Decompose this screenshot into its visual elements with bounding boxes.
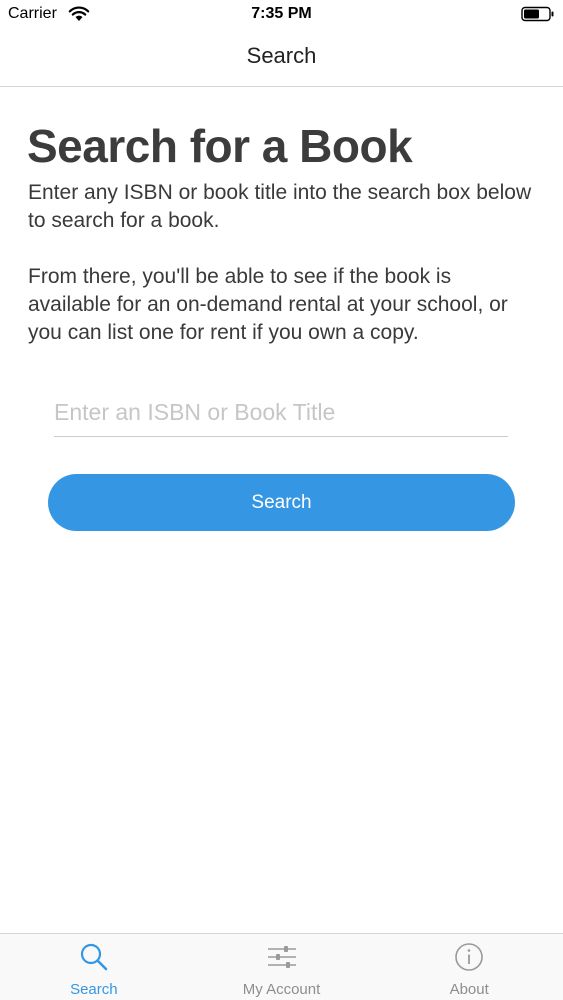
page-heading: Search for a Book: [27, 120, 413, 172]
info-icon: [455, 943, 483, 971]
tab-label-about: About: [449, 981, 489, 998]
nav-title: Search: [246, 43, 317, 68]
isbn-title-search-input[interactable]: [54, 392, 508, 437]
tab-my-account[interactable]: My Account: [188, 934, 376, 1000]
status-bar: Carrier 7:35 PM: [0, 0, 563, 30]
intro-text: Enter any ISBN or book title into the se…: [28, 181, 532, 232]
navigation-bar: Search: [0, 30, 563, 87]
tab-label-search: Search: [70, 981, 118, 998]
search-screen: Carrier 7:35 PM Search Search for a Book…: [0, 0, 563, 1000]
search-icon: [80, 943, 108, 971]
tab-bar: Search My Account About: [0, 933, 563, 1000]
tab-label-my-account: My Account: [242, 981, 321, 998]
info-text: From there, you'll be able to see if the…: [28, 265, 508, 344]
tab-about[interactable]: About: [375, 934, 563, 1000]
sliders-icon: [267, 946, 296, 968]
battery-icon: [521, 6, 554, 22]
search-button[interactable]: Search: [48, 474, 515, 531]
status-time: 7:35 PM: [251, 5, 312, 22]
tab-search[interactable]: Search: [0, 934, 188, 1000]
